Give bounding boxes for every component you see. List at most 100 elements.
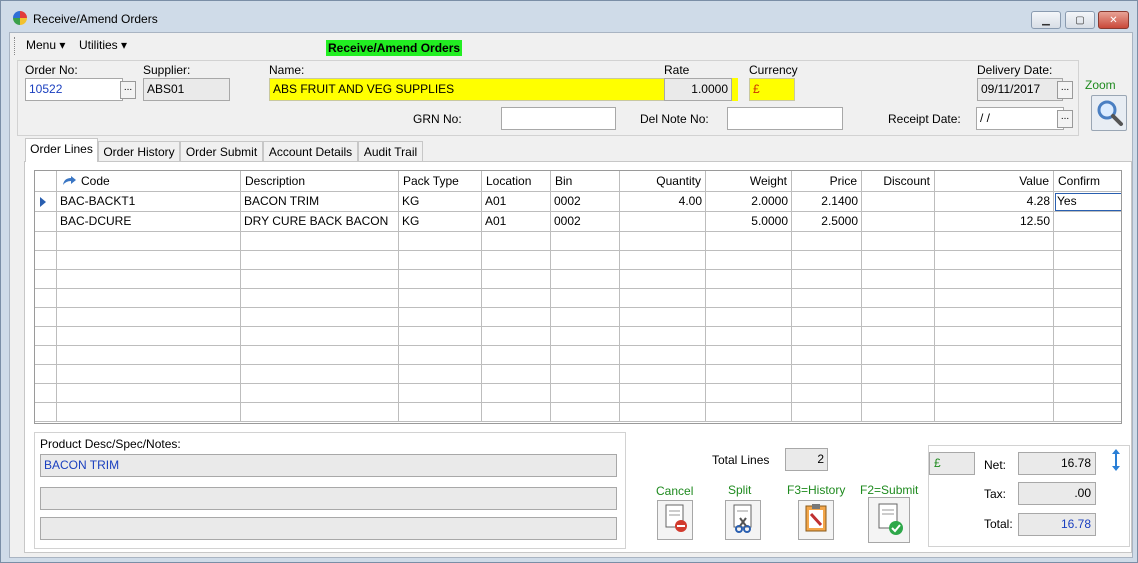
- empty-cell[interactable]: [399, 384, 482, 403]
- empty-cell[interactable]: [1054, 251, 1121, 270]
- empty-cell[interactable]: [792, 365, 862, 384]
- empty-cell[interactable]: [935, 403, 1054, 422]
- column-header-location[interactable]: Location: [482, 171, 551, 192]
- notes-line-2[interactable]: [40, 487, 617, 510]
- row-selector[interactable]: [35, 212, 57, 232]
- cell-description[interactable]: DRY CURE BACK BACON: [241, 212, 399, 232]
- empty-cell[interactable]: [1054, 289, 1121, 308]
- order-lines-grid[interactable]: Code Description Pack Type Location Bin …: [34, 170, 1122, 424]
- tab-order-history[interactable]: Order History: [98, 141, 180, 162]
- tab-order-lines[interactable]: Order Lines: [25, 138, 98, 162]
- row-selector-current[interactable]: [35, 192, 57, 212]
- cell-price[interactable]: 2.1400: [792, 192, 862, 212]
- empty-cell[interactable]: [1054, 232, 1121, 251]
- empty-cell[interactable]: [706, 270, 792, 289]
- empty-cell[interactable]: [706, 346, 792, 365]
- empty-cell[interactable]: [792, 346, 862, 365]
- empty-cell[interactable]: [706, 403, 792, 422]
- empty-cell[interactable]: [57, 327, 241, 346]
- column-header-description[interactable]: Description: [241, 171, 399, 192]
- empty-cell[interactable]: [551, 327, 620, 346]
- column-header-pack-type[interactable]: Pack Type: [399, 171, 482, 192]
- empty-cell[interactable]: [935, 308, 1054, 327]
- empty-cell[interactable]: [482, 346, 551, 365]
- empty-cell[interactable]: [792, 308, 862, 327]
- empty-cell[interactable]: [862, 308, 935, 327]
- empty-cell[interactable]: [35, 327, 57, 346]
- cell-bin[interactable]: 0002: [551, 192, 620, 212]
- empty-cell[interactable]: [57, 232, 241, 251]
- empty-cell[interactable]: [792, 289, 862, 308]
- empty-cell[interactable]: [241, 327, 399, 346]
- empty-cell[interactable]: [551, 289, 620, 308]
- empty-cell[interactable]: [551, 346, 620, 365]
- empty-cell[interactable]: [482, 270, 551, 289]
- empty-cell[interactable]: [862, 365, 935, 384]
- empty-cell[interactable]: [620, 270, 706, 289]
- menu-menu[interactable]: Menu ▾: [26, 38, 65, 52]
- empty-cell[interactable]: [935, 289, 1054, 308]
- empty-cell[interactable]: [399, 308, 482, 327]
- empty-cell[interactable]: [706, 365, 792, 384]
- empty-cell[interactable]: [399, 232, 482, 251]
- empty-cell[interactable]: [551, 384, 620, 403]
- currency-field[interactable]: £: [749, 78, 795, 101]
- empty-cell[interactable]: [57, 346, 241, 365]
- empty-cell[interactable]: [35, 403, 57, 422]
- empty-cell[interactable]: [935, 232, 1054, 251]
- cell-discount[interactable]: [862, 192, 935, 212]
- empty-cell[interactable]: [241, 251, 399, 270]
- empty-cell[interactable]: [57, 289, 241, 308]
- supplier-name-field[interactable]: ABS FRUIT AND VEG SUPPLIES: [269, 78, 666, 101]
- empty-cell[interactable]: [482, 327, 551, 346]
- empty-cell[interactable]: [935, 327, 1054, 346]
- empty-cell[interactable]: [241, 289, 399, 308]
- empty-cell[interactable]: [35, 384, 57, 403]
- empty-cell[interactable]: [706, 308, 792, 327]
- cell-quantity[interactable]: [620, 212, 706, 232]
- empty-cell[interactable]: [241, 384, 399, 403]
- empty-cell[interactable]: [241, 346, 399, 365]
- empty-cell[interactable]: [399, 289, 482, 308]
- empty-cell[interactable]: [1054, 270, 1121, 289]
- empty-cell[interactable]: [35, 289, 57, 308]
- empty-cell[interactable]: [706, 232, 792, 251]
- delivery-date-picker-button[interactable]: ...: [1057, 81, 1073, 99]
- empty-cell[interactable]: [551, 270, 620, 289]
- empty-cell[interactable]: [706, 384, 792, 403]
- cell-discount[interactable]: [862, 212, 935, 232]
- empty-cell[interactable]: [620, 327, 706, 346]
- cell-quantity[interactable]: 4.00: [620, 192, 706, 212]
- empty-cell[interactable]: [1054, 327, 1121, 346]
- empty-cell[interactable]: [1054, 403, 1121, 422]
- column-header-code[interactable]: Code: [57, 171, 241, 192]
- empty-cell[interactable]: [1054, 384, 1121, 403]
- empty-cell[interactable]: [792, 251, 862, 270]
- zoom-button[interactable]: [1091, 95, 1127, 131]
- empty-cell[interactable]: [620, 384, 706, 403]
- empty-cell[interactable]: [35, 251, 57, 270]
- receipt-date-picker-button[interactable]: ...: [1057, 110, 1073, 128]
- empty-cell[interactable]: [620, 308, 706, 327]
- empty-cell[interactable]: [35, 270, 57, 289]
- empty-cell[interactable]: [57, 270, 241, 289]
- empty-cell[interactable]: [241, 232, 399, 251]
- empty-cell[interactable]: [551, 308, 620, 327]
- empty-cell[interactable]: [862, 327, 935, 346]
- close-button[interactable]: ✕: [1098, 11, 1129, 29]
- empty-cell[interactable]: [399, 327, 482, 346]
- split-button[interactable]: [725, 500, 761, 540]
- empty-cell[interactable]: [57, 308, 241, 327]
- empty-cell[interactable]: [792, 384, 862, 403]
- empty-cell[interactable]: [935, 346, 1054, 365]
- empty-cell[interactable]: [862, 289, 935, 308]
- column-header-price[interactable]: Price: [792, 171, 862, 192]
- cell-confirm-editing[interactable]: Yes: [1054, 192, 1121, 212]
- menu-utilities[interactable]: Utilities ▾: [79, 38, 127, 52]
- empty-cell[interactable]: [35, 232, 57, 251]
- empty-cell[interactable]: [35, 308, 57, 327]
- delivery-date-field[interactable]: 09/11/2017: [977, 78, 1063, 101]
- submit-button[interactable]: [868, 497, 910, 543]
- cell-description[interactable]: BACON TRIM: [241, 192, 399, 212]
- cell-bin[interactable]: 0002: [551, 212, 620, 232]
